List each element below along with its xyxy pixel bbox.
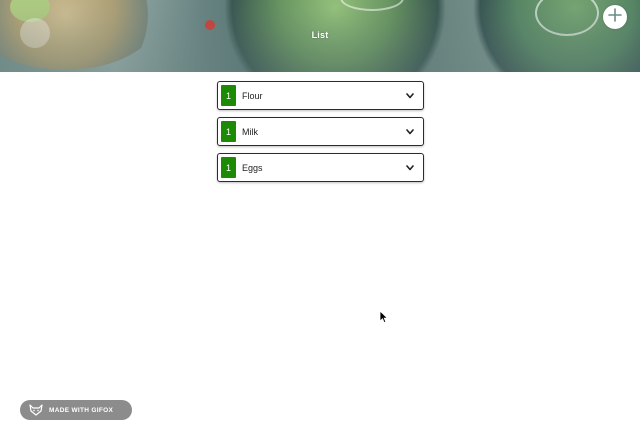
list-item[interactable]: 1 Eggs [217,153,424,182]
quantity-badge: 1 [221,157,236,178]
list-item[interactable]: 1 Flour [217,81,424,110]
gifox-badge-label: MADE WITH GIFOX [49,406,114,414]
mouse-pointer-icon [379,310,389,324]
chevron-down-icon[interactable] [405,91,415,101]
add-item-button[interactable] [603,5,627,29]
header-banner: List [0,0,640,72]
quantity-badge: 1 [221,85,236,106]
quantity-badge: 1 [221,121,236,142]
item-label: Flour [242,90,263,101]
plus-icon [607,7,623,28]
page-title: List [311,30,329,40]
item-label: Eggs [242,162,263,173]
chevron-down-icon[interactable] [405,127,415,137]
shopping-list: 1 Flour 1 Milk 1 Eggs [217,81,424,189]
app-page: List 1 Flour 1 Milk 1 Eggs MADE WITH GIF… [0,0,640,440]
fox-icon [29,404,43,416]
gifox-watermark-badge: MADE WITH GIFOX [20,400,132,420]
chevron-down-icon[interactable] [405,163,415,173]
list-item[interactable]: 1 Milk [217,117,424,146]
item-label: Milk [242,126,258,137]
